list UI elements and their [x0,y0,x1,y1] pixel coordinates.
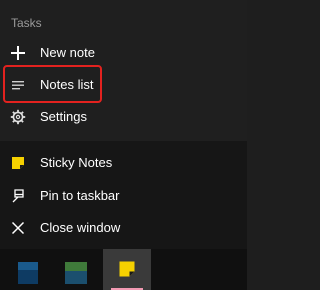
gear-icon [10,109,26,125]
sticky-notes-label: Sticky Notes [40,155,113,170]
close-window-label: Close window [40,220,121,235]
pin-to-taskbar-item[interactable]: Pin to taskbar [0,180,247,212]
taskbar-app-icon-green[interactable] [59,249,95,290]
taskbar-sticky-notes-icon[interactable] [103,249,151,290]
sticky-notes-item[interactable]: Sticky Notes [0,147,247,179]
plus-icon [10,45,26,61]
tasks-section: Tasks New note Notes list Settings [0,0,247,141]
taskbar [0,249,247,290]
pin-icon [10,188,26,204]
close-window-item[interactable]: Close window [0,212,247,244]
tasks-group-title: Tasks [11,16,42,30]
taskbar-app-icon-blue[interactable] [10,249,46,290]
close-icon [10,220,26,236]
settings-item[interactable]: Settings [0,101,247,133]
jump-list: Tasks New note Notes list Settings Stick… [0,0,247,290]
new-note-label: New note [40,45,95,60]
sticky-notes-app-icon [10,155,26,171]
highlight-box [3,65,102,103]
settings-label: Settings [40,109,87,124]
pin-to-taskbar-label: Pin to taskbar [40,188,120,203]
